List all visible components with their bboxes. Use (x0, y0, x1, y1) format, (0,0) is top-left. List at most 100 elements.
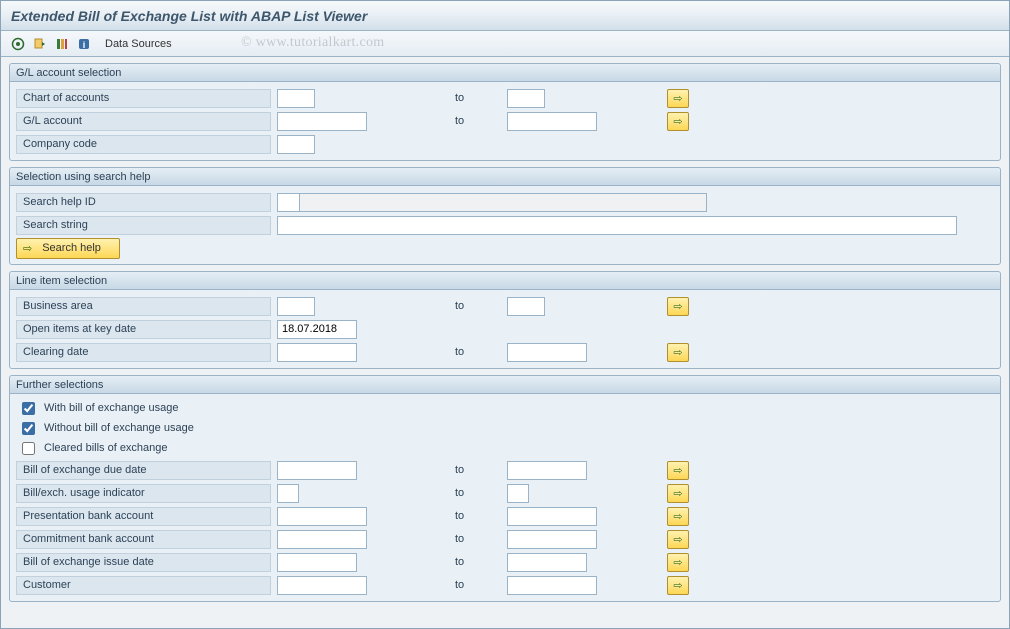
label-company-code: Company code (16, 135, 271, 154)
to-label: to (387, 487, 507, 499)
search-string-input[interactable] (277, 216, 957, 235)
business-area-to-input[interactable] (507, 297, 545, 316)
row-customer: Customer to (16, 574, 994, 596)
label-cleared: Cleared bills of exchange (44, 442, 168, 454)
without-usage-checkbox[interactable] (22, 422, 35, 435)
execute-icon[interactable] (9, 35, 27, 53)
label-usage-indicator: Bill/exch. usage indicator (16, 484, 271, 503)
issue-date-from-input[interactable] (277, 553, 357, 572)
customer-from-input[interactable] (277, 576, 367, 595)
label-chart-of-accounts: Chart of accounts (16, 89, 271, 108)
usage-indicator-from-input[interactable] (277, 484, 299, 503)
row-company-code: Company code (16, 133, 994, 155)
row-business-area: Business area to (16, 295, 994, 317)
content-area: G/L account selection Chart of accounts … (1, 57, 1009, 628)
selection-options-icon[interactable] (53, 35, 71, 53)
presentation-bank-multi-button[interactable] (667, 507, 689, 526)
row-gl-account: G/L account to (16, 110, 994, 132)
usage-indicator-to-input[interactable] (507, 484, 529, 503)
customer-multi-button[interactable] (667, 576, 689, 595)
to-label: to (387, 510, 507, 522)
usage-indicator-multi-button[interactable] (667, 484, 689, 503)
due-date-to-input[interactable] (507, 461, 587, 480)
issue-date-multi-button[interactable] (667, 553, 689, 572)
group-search-help: Selection using search help Search help … (9, 167, 1001, 265)
clearing-date-to-input[interactable] (507, 343, 587, 362)
gl-account-multi-button[interactable] (667, 112, 689, 131)
clearing-date-from-input[interactable] (277, 343, 357, 362)
open-items-date-input[interactable] (277, 320, 357, 339)
label-gl-account: G/L account (16, 112, 271, 131)
row-search-help-id: Search help ID (16, 191, 994, 213)
business-area-multi-button[interactable] (667, 297, 689, 316)
row-commitment-bank: Commitment bank account to (16, 528, 994, 550)
search-help-button[interactable]: ⇨ Search help (16, 238, 120, 259)
customer-to-input[interactable] (507, 576, 597, 595)
label-with-usage: With bill of exchange usage (44, 402, 179, 414)
search-help-button-label: Search help (42, 242, 101, 254)
presentation-bank-from-input[interactable] (277, 507, 367, 526)
label-search-help-id: Search help ID (16, 193, 271, 212)
commitment-bank-multi-button[interactable] (667, 530, 689, 549)
page-title: Extended Bill of Exchange List with ABAP… (11, 8, 367, 24)
row-search-string: Search string (16, 214, 994, 236)
label-presentation-bank: Presentation bank account (16, 507, 271, 526)
to-label: to (387, 579, 507, 591)
presentation-bank-to-input[interactable] (507, 507, 597, 526)
to-label: to (387, 92, 507, 104)
row-cleared: Cleared bills of exchange (16, 438, 994, 458)
group-header: Further selections (10, 376, 1000, 394)
cleared-checkbox[interactable] (22, 442, 35, 455)
watermark: © www.tutorialkart.com (241, 35, 384, 51)
label-search-string: Search string (16, 216, 271, 235)
due-date-from-input[interactable] (277, 461, 357, 480)
chart-of-accounts-multi-button[interactable] (667, 89, 689, 108)
gl-account-from-input[interactable] (277, 112, 367, 131)
to-label: to (387, 464, 507, 476)
to-label: to (387, 346, 507, 358)
label-business-area: Business area (16, 297, 271, 316)
row-issue-date: Bill of exchange issue date to (16, 551, 994, 573)
clearing-date-multi-button[interactable] (667, 343, 689, 362)
label-commitment-bank: Commitment bank account (16, 530, 271, 549)
group-header: Line item selection (10, 272, 1000, 290)
app-window: Extended Bill of Exchange List with ABAP… (0, 0, 1010, 629)
row-presentation-bank: Presentation bank account to (16, 505, 994, 527)
due-date-multi-button[interactable] (667, 461, 689, 480)
label-open-items: Open items at key date (16, 320, 271, 339)
label-customer: Customer (16, 576, 271, 595)
group-gl-account: G/L account selection Chart of accounts … (9, 63, 1001, 161)
group-further-selections: Further selections With bill of exchange… (9, 375, 1001, 602)
toolbar: i Data Sources © www.tutorialkart.com (1, 31, 1009, 57)
commitment-bank-from-input[interactable] (277, 530, 367, 549)
to-label: to (387, 115, 507, 127)
data-sources-button[interactable]: Data Sources (105, 38, 172, 50)
commitment-bank-to-input[interactable] (507, 530, 597, 549)
gl-account-to-input[interactable] (507, 112, 597, 131)
row-clearing-date: Clearing date to (16, 341, 994, 363)
chart-of-accounts-from-input[interactable] (277, 89, 315, 108)
row-chart-of-accounts: Chart of accounts to (16, 87, 994, 109)
search-help-id-input[interactable] (277, 193, 299, 212)
company-code-input[interactable] (277, 135, 315, 154)
group-line-item: Line item selection Business area to Ope… (9, 271, 1001, 369)
with-usage-checkbox[interactable] (22, 402, 35, 415)
to-label: to (387, 533, 507, 545)
group-header: G/L account selection (10, 64, 1000, 82)
chart-of-accounts-to-input[interactable] (507, 89, 545, 108)
group-header: Selection using search help (10, 168, 1000, 186)
row-without-usage: Without bill of exchange usage (16, 418, 994, 438)
info-icon[interactable]: i (75, 35, 93, 53)
row-usage-indicator: Bill/exch. usage indicator to (16, 482, 994, 504)
label-without-usage: Without bill of exchange usage (44, 422, 194, 434)
variant-icon[interactable] (31, 35, 49, 53)
to-label: to (387, 300, 507, 312)
business-area-from-input[interactable] (277, 297, 315, 316)
label-due-date: Bill of exchange due date (16, 461, 271, 480)
titlebar: Extended Bill of Exchange List with ABAP… (1, 1, 1009, 31)
arrow-right-icon: ⇨ (23, 242, 32, 255)
to-label: to (387, 556, 507, 568)
issue-date-to-input[interactable] (507, 553, 587, 572)
row-due-date: Bill of exchange due date to (16, 459, 994, 481)
label-clearing-date: Clearing date (16, 343, 271, 362)
